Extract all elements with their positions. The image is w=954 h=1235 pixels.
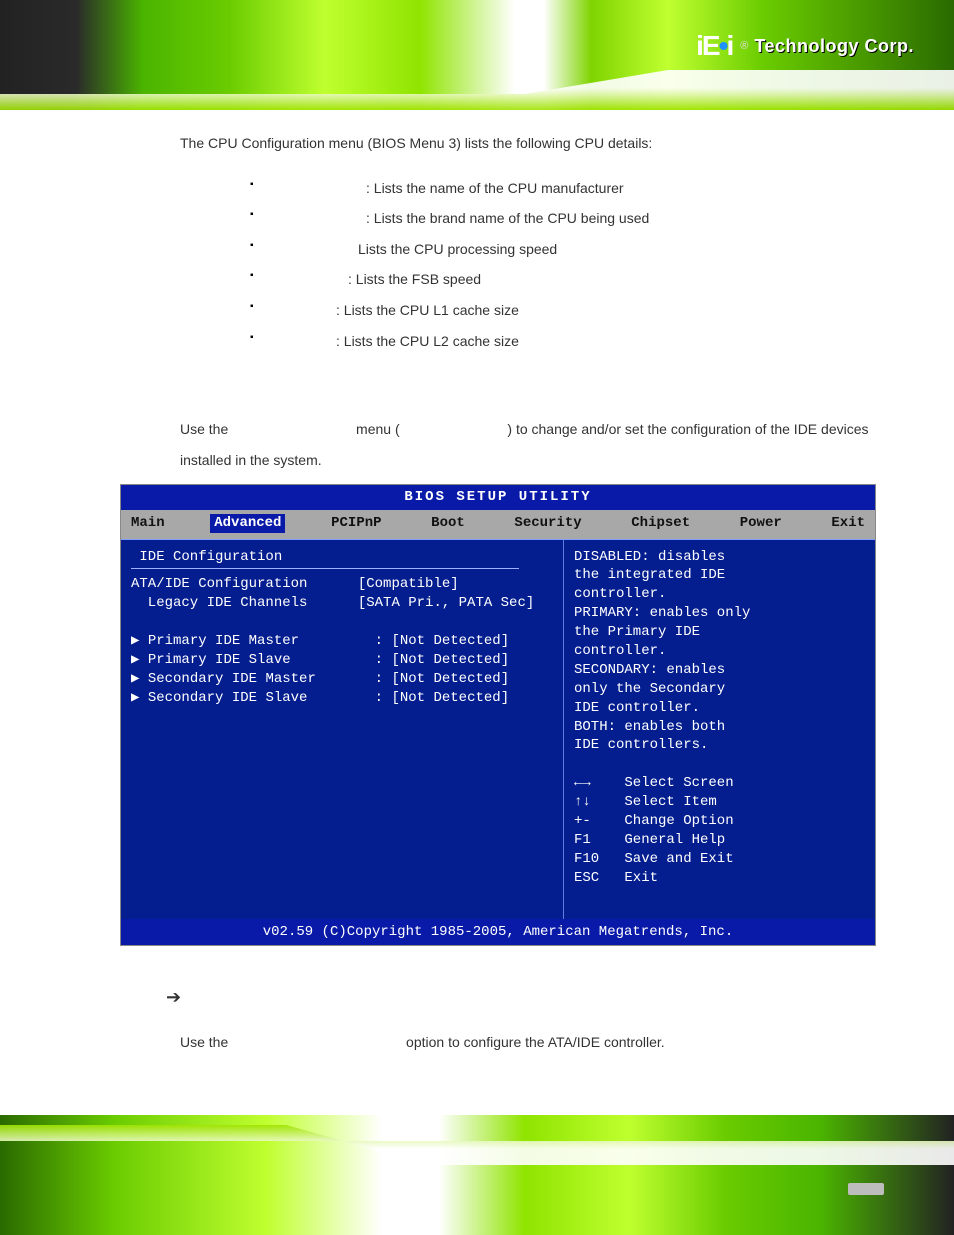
page-number xyxy=(848,1183,884,1195)
bios-help-text: DISABLED: disables the integrated IDE co… xyxy=(574,548,865,756)
list-text: : Lists the CPU L1 cache size xyxy=(336,302,519,318)
logo-text: i xyxy=(726,30,732,61)
intro-paragraph: The CPU Configuration menu (BIOS Menu 3)… xyxy=(180,130,914,157)
bios-menu-tab[interactable]: Exit xyxy=(827,514,869,533)
bios-footer: v02.59 (C)Copyright 1985-2005, American … xyxy=(121,919,875,946)
text: Use the xyxy=(180,421,232,437)
list-item: : Lists the brand name of the CPU being … xyxy=(250,205,914,232)
bios-menu-tab[interactable]: Chipset xyxy=(627,514,694,533)
list-item: : Lists the FSB speed xyxy=(250,266,914,293)
bios-left-pane: IDE ConfigurationATA/IDE Configuration [… xyxy=(121,540,564,919)
bios-titlebar: BIOS SETUP UTILITY xyxy=(121,485,875,510)
logo-company-text: Technology Corp. xyxy=(754,36,914,57)
document-content: The CPU Configuration menu (BIOS Menu 3)… xyxy=(180,130,914,1055)
list-item: Lists the CPU processing speed xyxy=(250,236,914,263)
bios-menu-tab[interactable]: PCIPnP xyxy=(327,514,385,533)
list-text: Lists the CPU processing speed xyxy=(358,241,557,257)
bios-body: IDE ConfigurationATA/IDE Configuration [… xyxy=(121,539,875,919)
arrow-right-icon: ➔ xyxy=(166,980,181,1014)
bios-menu-tab[interactable]: Boot xyxy=(427,514,469,533)
brand-logo: iE•i ® Technology Corp. xyxy=(696,30,914,62)
list-item: : Lists the name of the CPU manufacturer xyxy=(250,175,914,202)
bios-help-pane: DISABLED: disables the integrated IDE co… xyxy=(564,540,875,919)
list-item: : Lists the CPU L1 cache size xyxy=(250,297,914,324)
bios-menu-tab[interactable]: Security xyxy=(510,514,585,533)
ide-config-paragraph: Use the menu ( ) to change and/or set th… xyxy=(180,414,914,476)
list-text: : Lists the name of the CPU manufacturer xyxy=(366,180,624,196)
list-text: : Lists the FSB speed xyxy=(348,271,481,287)
logo-mark: iE•i xyxy=(696,30,732,62)
bios-settings-block: ATA/IDE Configuration [Compatible] Legac… xyxy=(131,575,553,707)
bios-menu-tab[interactable]: Power xyxy=(736,514,786,533)
option-arrow-row: ➔ xyxy=(166,980,914,1014)
bios-menu-tab[interactable]: Advanced xyxy=(210,514,285,533)
list-text: : Lists the brand name of the CPU being … xyxy=(366,210,649,226)
list-item: : Lists the CPU L2 cache size xyxy=(250,328,914,355)
list-text: : Lists the CPU L2 cache size xyxy=(336,333,519,349)
text: Use the xyxy=(180,1034,232,1050)
option-paragraph: Use the option to configure the ATA/IDE … xyxy=(180,1029,914,1056)
logo-text: iE xyxy=(696,30,718,61)
bios-window: BIOS SETUP UTILITY Main Advanced PCIPnP Boo… xyxy=(120,484,876,947)
cpu-details-list: : Lists the name of the CPU manufacturer… xyxy=(250,175,914,355)
bios-nav-help: ←→ Select Screen ↑↓ Select Item +- Chang… xyxy=(574,774,865,887)
bios-screenshot-figure: BIOS SETUP UTILITY Main Advanced PCIPnP Boo… xyxy=(120,484,876,947)
bios-menubar: Main Advanced PCIPnP Boot Security Chipset Pow… xyxy=(121,510,875,539)
text: option to configure the ATA/IDE controll… xyxy=(406,1034,665,1050)
registered-icon: ® xyxy=(740,40,748,52)
bios-menu-tab[interactable]: Main xyxy=(127,514,169,533)
text: ) to change and/or set the configuration… xyxy=(180,421,869,468)
decorative-banner-bottom xyxy=(0,1115,954,1235)
text: menu ( xyxy=(356,421,400,437)
